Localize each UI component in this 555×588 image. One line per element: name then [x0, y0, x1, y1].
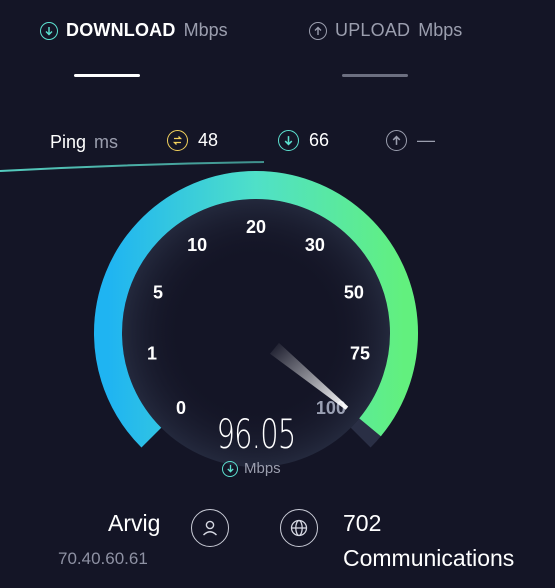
gauge-tick-label: 30 [305, 235, 325, 255]
server-name-line2: Communications [343, 545, 515, 571]
speed-unit: Mbps [244, 460, 281, 477]
server-name-line1: 702 [343, 510, 382, 536]
gauge-tick-label: 5 [153, 282, 163, 302]
arrow-down-circle-icon [222, 460, 238, 477]
server-button[interactable] [280, 509, 318, 547]
gauge-tick-label: 1 [147, 344, 157, 364]
gauge-tick-label: 50 [344, 282, 364, 302]
isp-name: Arvig [108, 510, 161, 536]
globe-icon [290, 519, 308, 537]
speed-gauge: 0151020305075100 [94, 171, 418, 467]
client-ip: 70.40.60.61 [58, 549, 148, 568]
gauge-tick-label: 10 [187, 235, 207, 255]
speed-unit-row: Mbps [222, 460, 281, 477]
speed-readout: 96.05 [176, 412, 336, 458]
gauge-tick-label: 20 [246, 217, 266, 237]
speed-value: 96.05 [216, 412, 297, 458]
user-icon [203, 520, 217, 536]
gauge-tick-label: 75 [350, 344, 370, 364]
client-button[interactable] [191, 509, 229, 547]
